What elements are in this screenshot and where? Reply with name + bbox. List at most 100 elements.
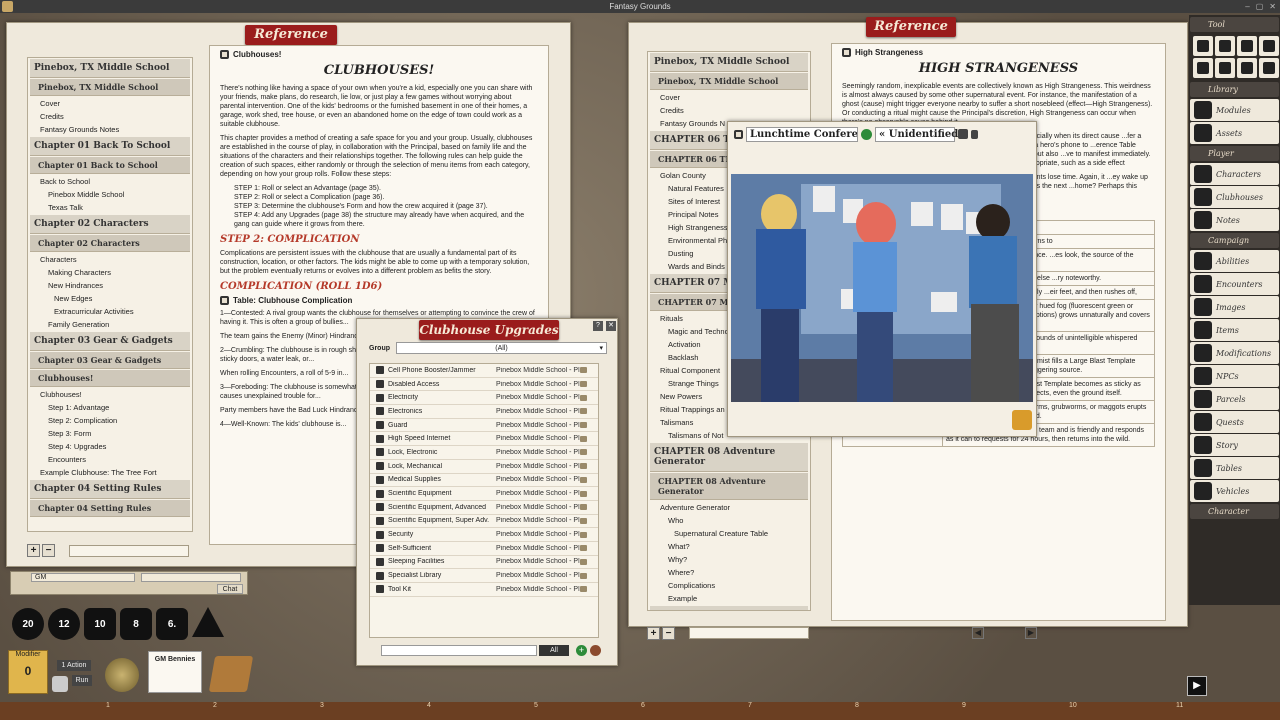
toc-item[interactable]: Chapter 01 Back to School: [30, 157, 190, 174]
close-icon[interactable]: ✕: [1269, 0, 1276, 13]
sidebar-item-items[interactable]: Items: [1190, 319, 1279, 341]
link-icon[interactable]: [580, 435, 587, 442]
add-button[interactable]: +: [647, 627, 660, 640]
sidebar-item-encounters[interactable]: Encounters: [1190, 273, 1279, 295]
toc-item[interactable]: Credits: [28, 110, 192, 123]
d8-die[interactable]: 8: [120, 608, 152, 640]
link-icon[interactable]: [580, 586, 587, 593]
link-icon[interactable]: [580, 490, 587, 497]
toc-chapter[interactable]: Chapter 02 Characters: [30, 215, 190, 234]
page-forward-button[interactable]: ▶: [1025, 627, 1037, 639]
list-item[interactable]: Security Pinebox Middle School - Pl: [370, 528, 598, 542]
modifier-box[interactable]: Modifier 0: [8, 650, 48, 694]
d10-die[interactable]: 10: [84, 608, 116, 640]
toc-item[interactable]: Family Generation: [28, 318, 192, 331]
d12-die[interactable]: 12: [48, 608, 80, 640]
table-link[interactable]: Table: Clubhouse Complication: [220, 296, 538, 305]
gm-bennies-box[interactable]: GM Bennies: [148, 651, 202, 693]
list-item[interactable]: Scientific Equipment, Advanced Pinebox Mi…: [370, 501, 598, 515]
list-item[interactable]: Guard Pinebox Middle School - Pl: [370, 419, 598, 433]
sidebar-item-story[interactable]: Story: [1190, 434, 1279, 456]
link-icon[interactable]: [580, 381, 587, 388]
sidebar-item-abilities[interactable]: Abilities: [1190, 250, 1279, 272]
toc-item[interactable]: Example Clubhouse: The Tree Fort: [28, 466, 192, 479]
toc-item[interactable]: Example: [648, 592, 810, 605]
toc-item[interactable]: Clubhouses!: [30, 370, 190, 387]
sidebar-item-modifications[interactable]: Modifications: [1190, 342, 1279, 364]
toc-chapter[interactable]: Chapter 01 Back To School: [30, 137, 190, 156]
sidebar-item-vehicles[interactable]: Vehicles: [1190, 480, 1279, 502]
toc-item[interactable]: Adventure Generator: [648, 501, 810, 514]
search-field[interactable]: [69, 545, 189, 557]
sidebar-item-tables[interactable]: Tables: [1190, 457, 1279, 479]
toc-item[interactable]: Cover: [28, 97, 192, 110]
tool-icon[interactable]: [1193, 58, 1213, 78]
list-item[interactable]: Self-Sufficient Pinebox Middle School - P…: [370, 542, 598, 556]
link-icon[interactable]: [580, 449, 587, 456]
toc-item[interactable]: Why?: [648, 553, 810, 566]
upgrades-list[interactable]: Cell Phone Booster/Jammer Pinebox Middle …: [369, 363, 599, 638]
list-search-field[interactable]: [381, 645, 537, 656]
toc-item[interactable]: Fantasy Grounds Notes: [28, 123, 192, 136]
table-of-contents[interactable]: Pinebox, TX Middle School Pinebox, TX Mid…: [27, 57, 193, 532]
one-action-button[interactable]: 1 Action: [57, 660, 91, 671]
toc-item[interactable]: Pinebox, TX Middle School: [30, 79, 190, 96]
link-icon[interactable]: [580, 558, 587, 565]
identified-toggle-icon[interactable]: [861, 128, 872, 140]
add-item-icon[interactable]: +: [576, 645, 587, 656]
link-icon[interactable]: [580, 504, 587, 511]
toc-item[interactable]: New Edges: [28, 292, 192, 305]
toc-item[interactable]: What?: [648, 540, 810, 553]
tool-icon[interactable]: [1215, 36, 1235, 56]
link-icon[interactable]: [580, 394, 587, 401]
sidebar-item-modules[interactable]: Modules: [1190, 99, 1279, 121]
sidebar-item-clubhouses[interactable]: Clubhouses: [1190, 186, 1279, 208]
toc-item[interactable]: New Hindrances: [28, 279, 192, 292]
d20-die[interactable]: 20: [12, 608, 44, 640]
run-button[interactable]: Run: [72, 675, 92, 686]
image-window[interactable]: Lunchtime Conferenc « Unidentified: [727, 121, 1037, 437]
toc-item[interactable]: Making Characters: [28, 266, 192, 279]
sidebar-head-tool[interactable]: Tool: [1190, 17, 1279, 32]
sidebar-item-characters[interactable]: Characters: [1190, 163, 1279, 185]
sidebar-head-campaign[interactable]: Campaign: [1190, 233, 1279, 248]
maximize-icon[interactable]: ▢: [1256, 0, 1264, 13]
list-item[interactable]: High Speed Internet Pinebox Middle School…: [370, 432, 598, 447]
link-icon[interactable]: [580, 367, 587, 374]
toc-item[interactable]: CHAPTER 08 Adventure Generator: [650, 473, 808, 500]
toc-item[interactable]: Back to School: [28, 175, 192, 188]
page-back-button[interactable]: ◀: [972, 627, 984, 639]
link-icon[interactable]: [580, 517, 587, 524]
list-item[interactable]: Tool Kit Pinebox Middle School - Pl: [370, 583, 598, 597]
list-item[interactable]: Electricity Pinebox Middle School - Pl: [370, 391, 598, 406]
toc-item[interactable]: Cover: [648, 91, 810, 104]
link-icon[interactable]: [580, 545, 587, 552]
toc-item[interactable]: Encounters: [28, 453, 192, 466]
link-icon[interactable]: [580, 476, 587, 483]
toc-item[interactable]: Extracurricular Activities: [28, 305, 192, 318]
link-icon[interactable]: [580, 572, 587, 579]
identification-field[interactable]: « Unidentified: [875, 126, 958, 142]
remove-button[interactable]: −: [42, 544, 55, 557]
list-item[interactable]: Scientific Equipment, Super Adv. Pinebox …: [370, 515, 598, 529]
sidebar-item-assets[interactable]: Assets: [1190, 122, 1279, 144]
group-select[interactable]: (All) ▾: [396, 342, 607, 354]
tool-icon[interactable]: [1215, 58, 1235, 78]
list-item[interactable]: Lock, Electronic Pinebox Middle School - …: [370, 446, 598, 460]
add-button[interactable]: +: [27, 544, 40, 557]
help-icon[interactable]: ?: [593, 321, 603, 331]
toc-item[interactable]: Chapter 02 Characters: [30, 235, 190, 252]
toc-item[interactable]: Chapter 04 Setting Rules: [30, 500, 190, 517]
sidebar-item-npcs[interactable]: NPCs: [1190, 365, 1279, 387]
image-resize-icon[interactable]: [1012, 410, 1032, 430]
image-name[interactable]: Lunchtime Conferenc: [746, 126, 858, 142]
remove-button[interactable]: −: [662, 627, 675, 640]
tool-icon[interactable]: [1237, 58, 1257, 78]
toc-item[interactable]: Step 1: Advantage: [28, 401, 192, 414]
toc-item[interactable]: Who: [648, 514, 810, 527]
toc-item[interactable]: Clubhouses!: [28, 388, 192, 401]
toc-chapter[interactable]: CHAPTER 09 Descent into the Infer: [650, 606, 808, 610]
toc-item[interactable]: Step 3: Form: [28, 427, 192, 440]
chat-button[interactable]: Chat: [217, 584, 243, 594]
toc-chapter[interactable]: Pinebox, TX Middle School: [30, 59, 190, 78]
